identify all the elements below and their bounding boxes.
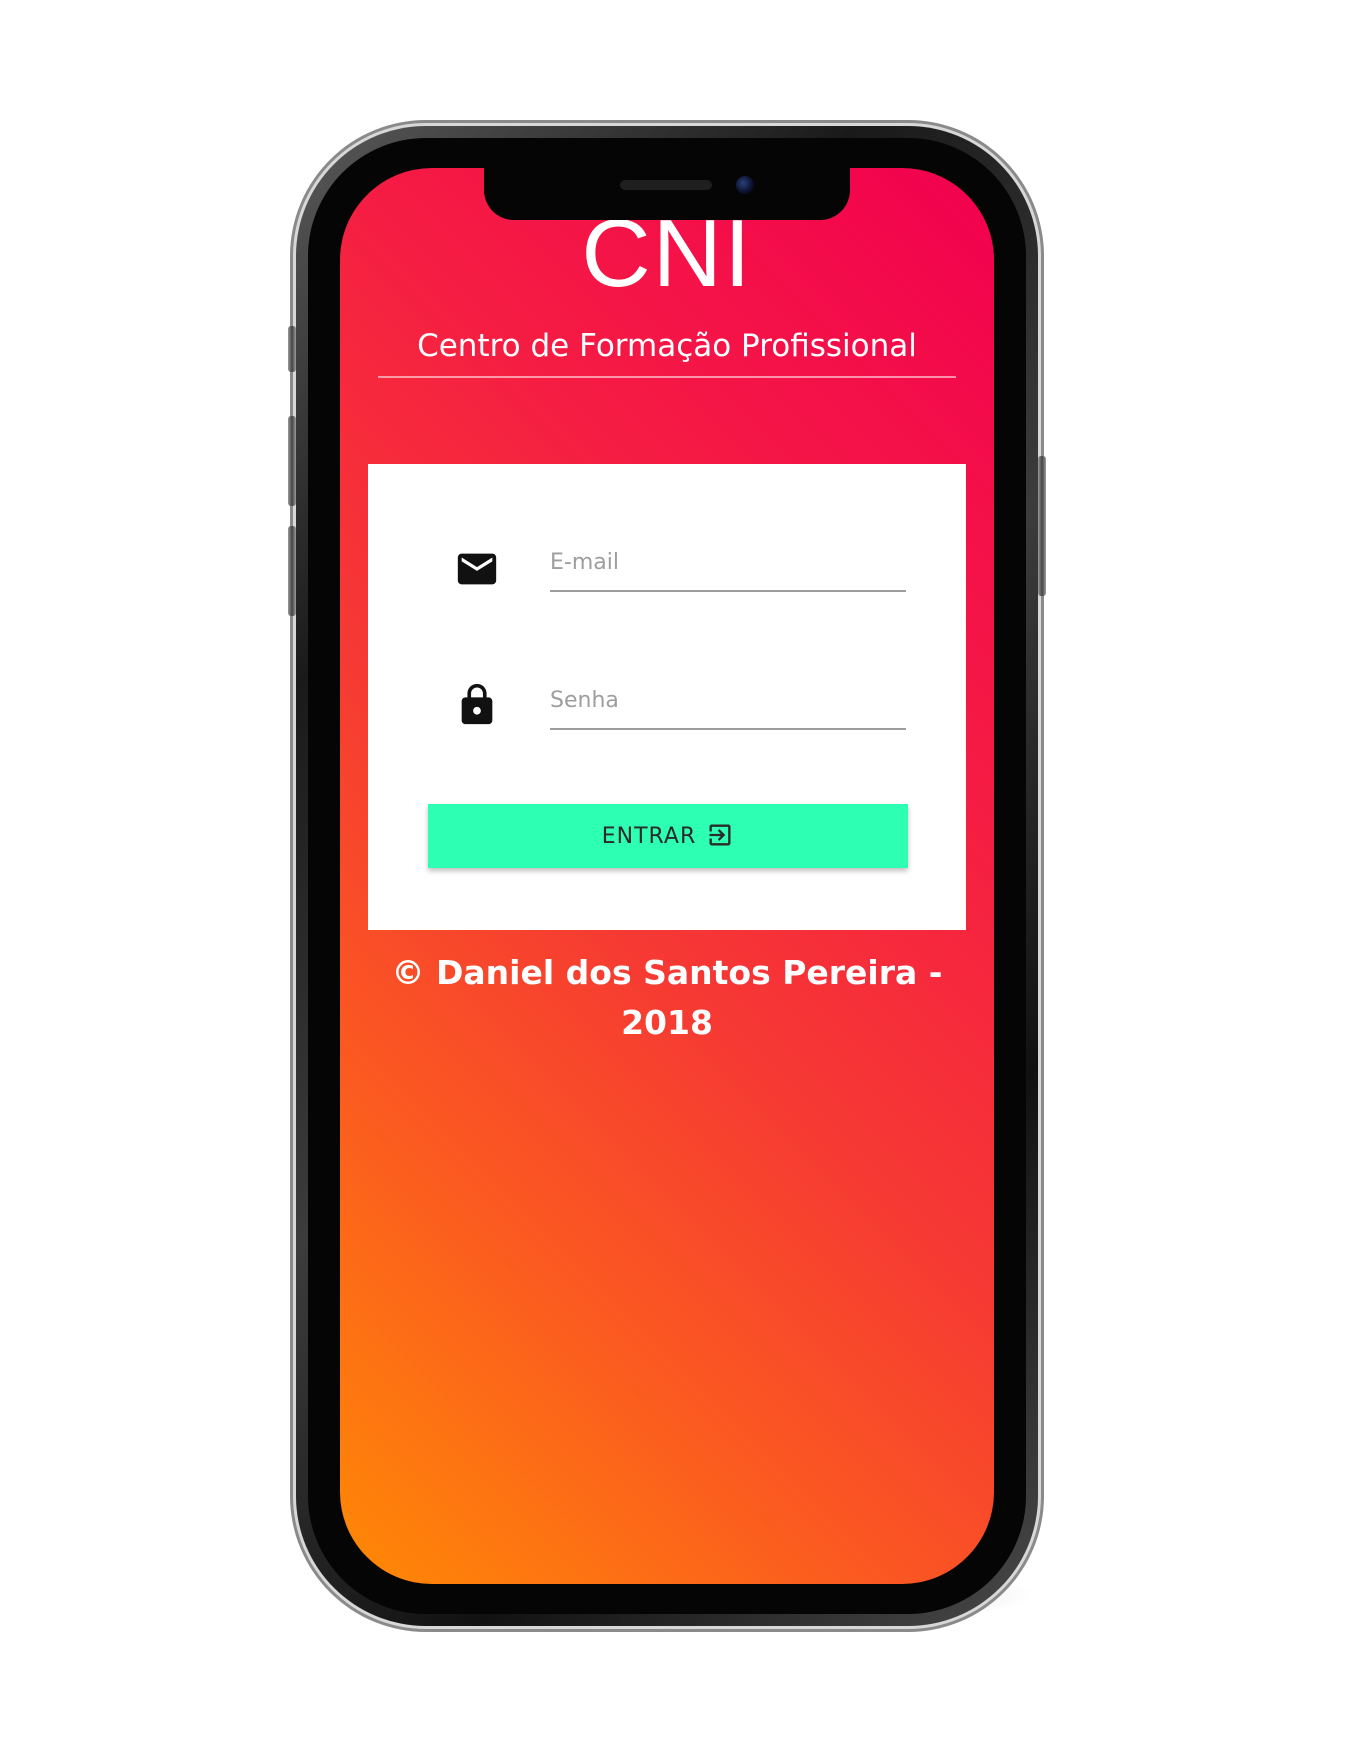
phone-screen: CNI Centro de Formação Profissional E-ma… [340,168,994,1584]
device-mockup: CNI Centro de Formação Profissional E-ma… [0,0,1368,1748]
phone-notch [484,168,850,220]
mute-switch [288,326,296,372]
speaker-grille [620,180,712,190]
login-submit-label: ENTRAR [601,823,697,849]
phone-frame: CNI Centro de Formação Profissional E-ma… [288,126,1046,1626]
volume-down-button [288,526,296,616]
login-card: ENTRAR [368,464,966,930]
email-input[interactable] [550,534,906,592]
login-submit-button[interactable]: ENTRAR [428,804,908,868]
login-exit-icon [706,821,734,852]
app-subtitle: Centro de Formação Profissional [417,328,917,364]
password-input[interactable] [550,672,906,730]
email-field-row [454,534,906,604]
password-field-row [454,672,906,742]
front-camera [736,176,754,194]
lock-icon [454,682,500,728]
email-envelope-icon [454,546,500,592]
footer-copyright: © Daniel dos Santos Pereira - 2018 [391,953,943,1042]
power-button [1038,456,1046,596]
volume-up-button [288,416,296,506]
subtitle-divider [378,376,956,378]
